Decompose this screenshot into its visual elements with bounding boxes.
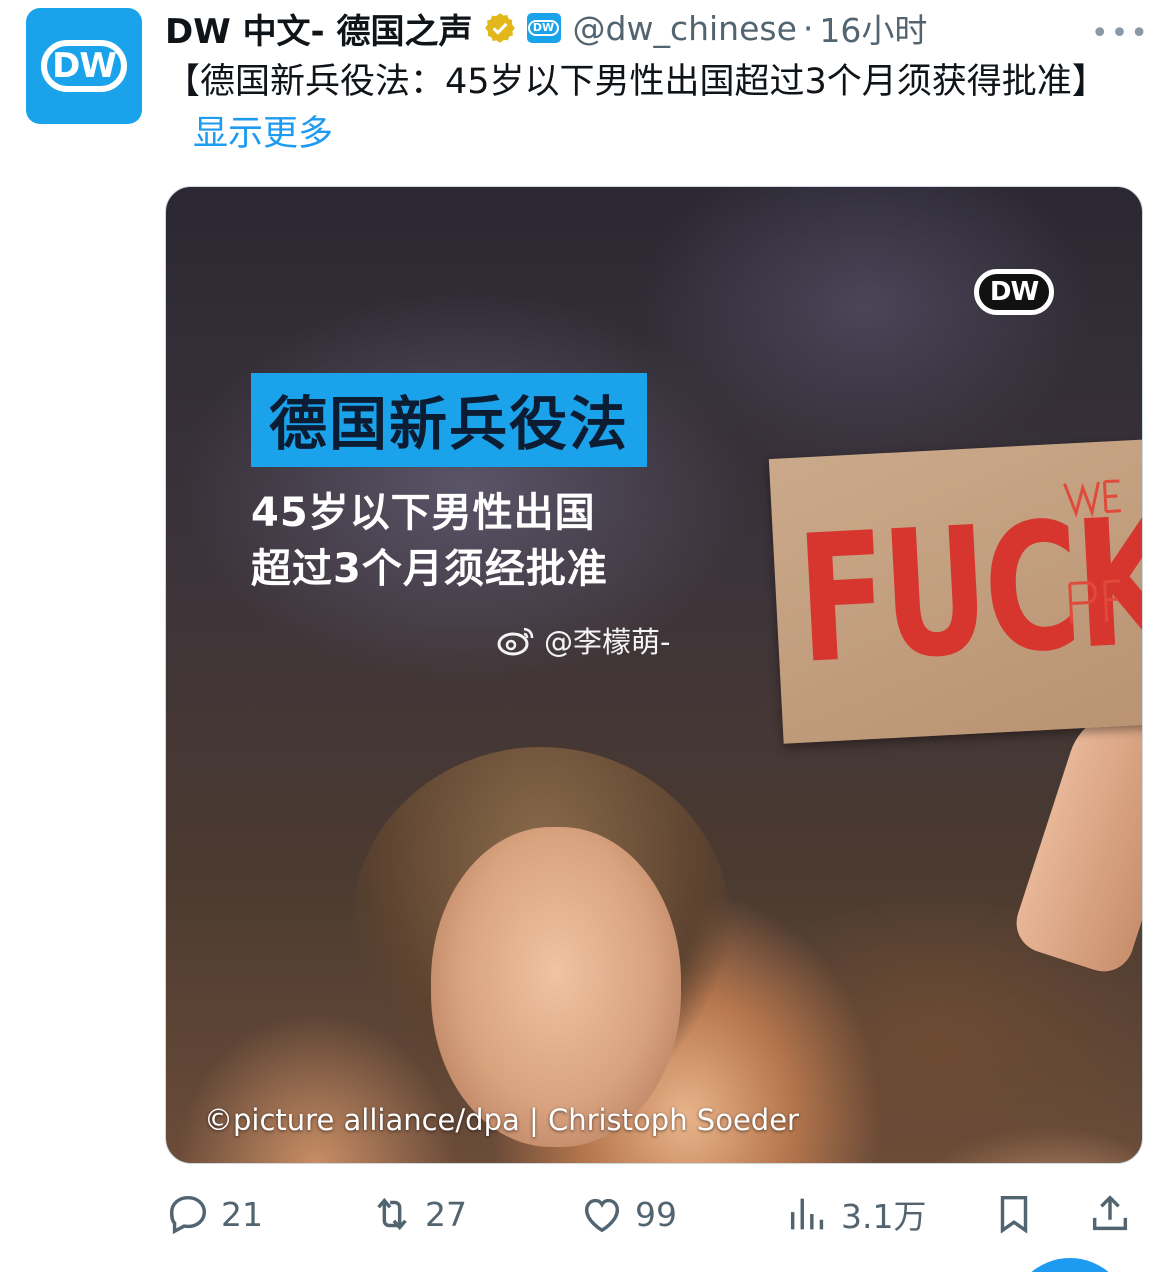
sign-scribble-icon xyxy=(1063,479,1122,624)
subline: 45岁以下男性出国 超过3个月须经批准 xyxy=(251,485,608,597)
show-more-link[interactable]: 显示更多 xyxy=(193,114,333,154)
verified-badge-icon xyxy=(484,13,515,43)
photo-hand xyxy=(1008,694,1142,980)
tweet-header: DW 中文- 德国之声 DW @dw_chinese · 16小时 ••• xyxy=(165,4,1150,53)
tweet-body: 【德国新兵役法：45岁以下男性出国超过3个月须获得批准】 xyxy=(165,62,1107,102)
reply-button[interactable]: 21 xyxy=(165,1186,263,1242)
handle[interactable]: @dw_chinese xyxy=(573,9,797,48)
dw-watermark-logo: DW xyxy=(974,269,1054,315)
tweet-text: 【德国新兵役法：45岁以下男性出国超过3个月须获得批准】显示更多 xyxy=(165,56,1150,160)
subline-line-1: 45岁以下男性出国 xyxy=(251,490,596,536)
bookmark-button[interactable] xyxy=(991,1186,1037,1242)
protest-sign: FUCK xyxy=(768,439,1142,744)
photo-face xyxy=(431,827,681,1147)
bookmark-icon xyxy=(1000,1195,1028,1234)
weibo-watermark: @李檬萌- xyxy=(496,619,670,661)
more-options-icon[interactable]: ••• xyxy=(1091,16,1150,51)
like-button[interactable]: 99 xyxy=(579,1186,677,1242)
weibo-icon xyxy=(497,627,534,656)
avatar[interactable]: DW xyxy=(26,8,142,124)
reply-count: 21 xyxy=(221,1194,263,1234)
like-count: 99 xyxy=(635,1194,677,1234)
retweet-button[interactable]: 27 xyxy=(369,1186,467,1242)
display-name[interactable]: DW 中文- 德国之声 xyxy=(165,4,473,53)
views-chart-icon xyxy=(790,1198,824,1230)
headline-box: 德国新兵役法 xyxy=(251,373,648,467)
subline-line-2: 超过3个月须经批准 xyxy=(251,546,608,592)
heart-icon xyxy=(584,1198,620,1233)
tweet-media-image[interactable]: FUCK DW 德国新兵役法 45岁以下男性出国 超过3个月须经批准 @李檬萌-… xyxy=(165,186,1143,1164)
dw-logo: DW xyxy=(41,40,127,92)
timestamp[interactable]: 16小时 xyxy=(819,4,927,52)
affiliate-badge-icon[interactable]: DW xyxy=(526,13,561,43)
action-bar: 21 27 99 3.1万 xyxy=(165,1186,1145,1242)
headline-text: 德国新兵役法 xyxy=(269,390,630,458)
views-button[interactable]: 3.1万 xyxy=(785,1186,926,1242)
retweet-icon xyxy=(377,1197,407,1231)
watermark-text: @李檬萌- xyxy=(544,625,671,659)
retweet-count: 27 xyxy=(425,1194,467,1234)
views-count: 3.1万 xyxy=(841,1197,927,1236)
share-icon xyxy=(1092,1195,1128,1231)
reply-icon xyxy=(169,1195,207,1235)
photo-credit: ©picture alliance/dpa | Christoph Soeder xyxy=(204,1103,799,1137)
separator-dot: · xyxy=(802,8,814,48)
affiliate-badge-label: DW xyxy=(527,20,560,36)
share-button[interactable] xyxy=(1087,1186,1133,1242)
compose-button-edge[interactable] xyxy=(1010,1258,1130,1272)
